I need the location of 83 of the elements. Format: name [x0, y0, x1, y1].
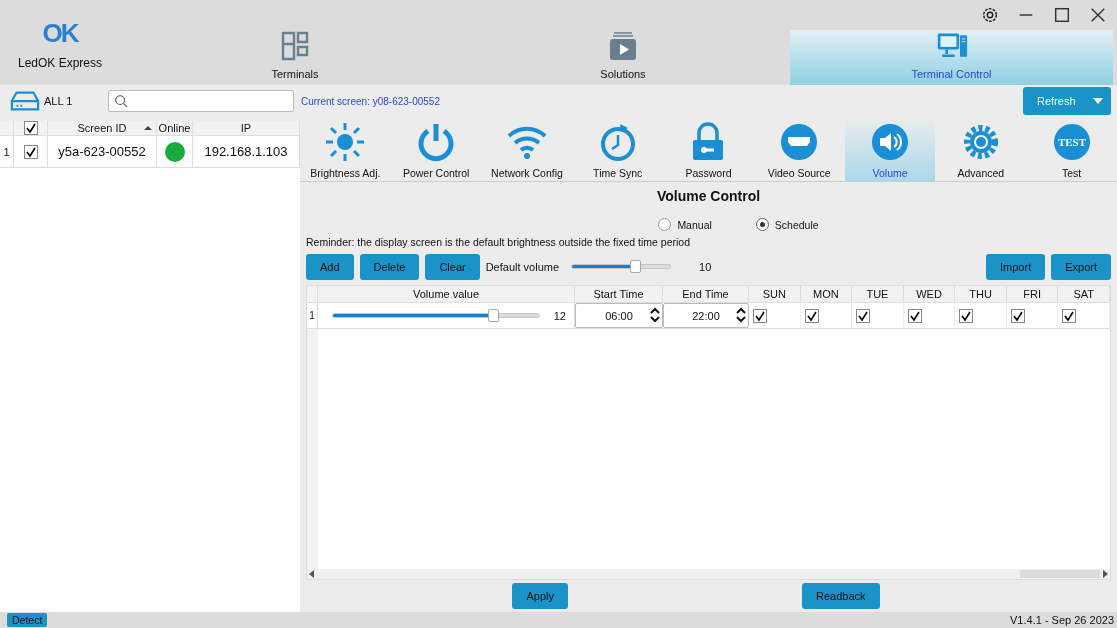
function-tab[interactable]: Network Config — [481, 117, 573, 181]
column-header: FRI — [1006, 286, 1059, 302]
spin-arrows-icon — [650, 307, 660, 323]
current-screen-label: Current screen: y08-623-00552 — [301, 95, 440, 107]
maximize-icon[interactable] — [1053, 6, 1071, 24]
port-icon — [779, 122, 820, 162]
play-icon — [607, 30, 639, 62]
close-icon[interactable] — [1089, 6, 1107, 24]
column-header: MON — [800, 286, 853, 302]
sun-icon — [325, 122, 366, 162]
table-cell: y5a-623-00552 — [48, 136, 157, 167]
column-header: TUE — [852, 286, 904, 302]
speaker-icon — [870, 122, 911, 162]
checkbox[interactable] — [804, 308, 819, 323]
checkbox[interactable] — [23, 121, 38, 135]
row-number: 1 — [307, 303, 318, 328]
scroll-left-icon[interactable] — [309, 570, 315, 578]
function-tab[interactable]: Password — [663, 117, 754, 181]
slider-thumb[interactable] — [488, 309, 500, 322]
function-tab[interactable]: Video Source — [753, 117, 845, 181]
readback-button[interactable]: Readback — [802, 583, 880, 609]
spin-arrows-icon — [736, 307, 746, 323]
table-cell: 192.168.1.103 — [193, 136, 300, 167]
action-button[interactable]: Delete — [359, 253, 420, 280]
detect-button[interactable]: Detect — [7, 613, 48, 627]
volume-reading: 12 — [553, 309, 566, 322]
device-icon — [10, 90, 40, 112]
column-header[interactable]: Online — [157, 121, 193, 135]
column-header[interactable]: IP — [193, 121, 300, 135]
horizontal-scrollbar[interactable] — [307, 569, 1110, 579]
settings-icon[interactable] — [981, 6, 999, 24]
all-count: ALL 1 — [44, 95, 74, 107]
action-button[interactable]: Add — [306, 253, 354, 280]
apply-button[interactable]: Apply — [512, 583, 568, 609]
checkbox[interactable] — [23, 144, 38, 159]
default-volume-label: Default volume — [485, 260, 560, 273]
column-header[interactable]: Screen ID — [48, 121, 157, 135]
function-tab[interactable]: Power Control — [390, 117, 482, 181]
row-number: 1 — [0, 136, 14, 167]
app-logo: OK — [42, 20, 78, 46]
radio-button[interactable] — [658, 218, 672, 231]
search-field[interactable] — [108, 90, 294, 112]
file-button[interactable]: Import — [986, 253, 1046, 280]
column-header: Volume value — [318, 286, 575, 302]
function-tab[interactable]: Volume — [844, 117, 936, 181]
scroll-right-icon[interactable] — [1102, 570, 1108, 578]
volume-reading: 10 — [699, 260, 712, 273]
function-tab[interactable]: TEST Test — [1026, 117, 1117, 181]
action-button[interactable]: Clear — [425, 253, 480, 280]
function-tab[interactable]: Brightness Adj. — [300, 117, 391, 181]
nav-tab[interactable]: Terminals — [220, 0, 370, 85]
column-header: Start Time — [575, 286, 663, 302]
radio-button[interactable] — [755, 218, 769, 231]
sort-icon — [144, 125, 152, 131]
checkbox[interactable] — [907, 308, 922, 323]
slider-thumb[interactable] — [630, 260, 642, 273]
column-header: End Time — [663, 286, 749, 302]
checkbox[interactable] — [753, 308, 767, 323]
checkbox[interactable] — [856, 308, 871, 323]
function-tab[interactable]: Advanced — [935, 117, 1027, 181]
time-spinner[interactable]: 22:00 — [663, 303, 749, 328]
checkbox[interactable] — [1010, 308, 1025, 323]
column-header: SAT — [1058, 286, 1110, 302]
nav-tab[interactable]: Solutions — [548, 0, 698, 85]
reminder-text: Reminder: the display screen is the default brightness outside the fixed time period — [306, 236, 692, 248]
radio-label[interactable]: Schedule — [774, 218, 819, 231]
caret-icon — [1093, 98, 1103, 104]
app-name: LedOK Express — [17, 56, 102, 70]
checkbox[interactable] — [1062, 308, 1077, 323]
panels-icon — [279, 30, 311, 62]
search-icon — [114, 94, 128, 108]
time-spinner[interactable]: 06:00 — [575, 303, 663, 328]
nav-tab[interactable]: Terminal Control — [790, 30, 1113, 85]
test-icon: TEST — [1051, 122, 1092, 162]
radio-label[interactable]: Manual — [677, 218, 712, 231]
file-button[interactable]: Export — [1051, 253, 1111, 280]
function-tab[interactable]: Time Sync — [572, 117, 664, 181]
checkbox[interactable] — [959, 308, 974, 323]
column-header: THU — [955, 286, 1007, 302]
version-label: V1.4.1 - Sep 26 2023 — [1010, 614, 1114, 626]
column-header: WED — [903, 286, 956, 302]
column-header: SUN — [749, 286, 801, 302]
panel-title: Volume Control — [655, 188, 762, 204]
